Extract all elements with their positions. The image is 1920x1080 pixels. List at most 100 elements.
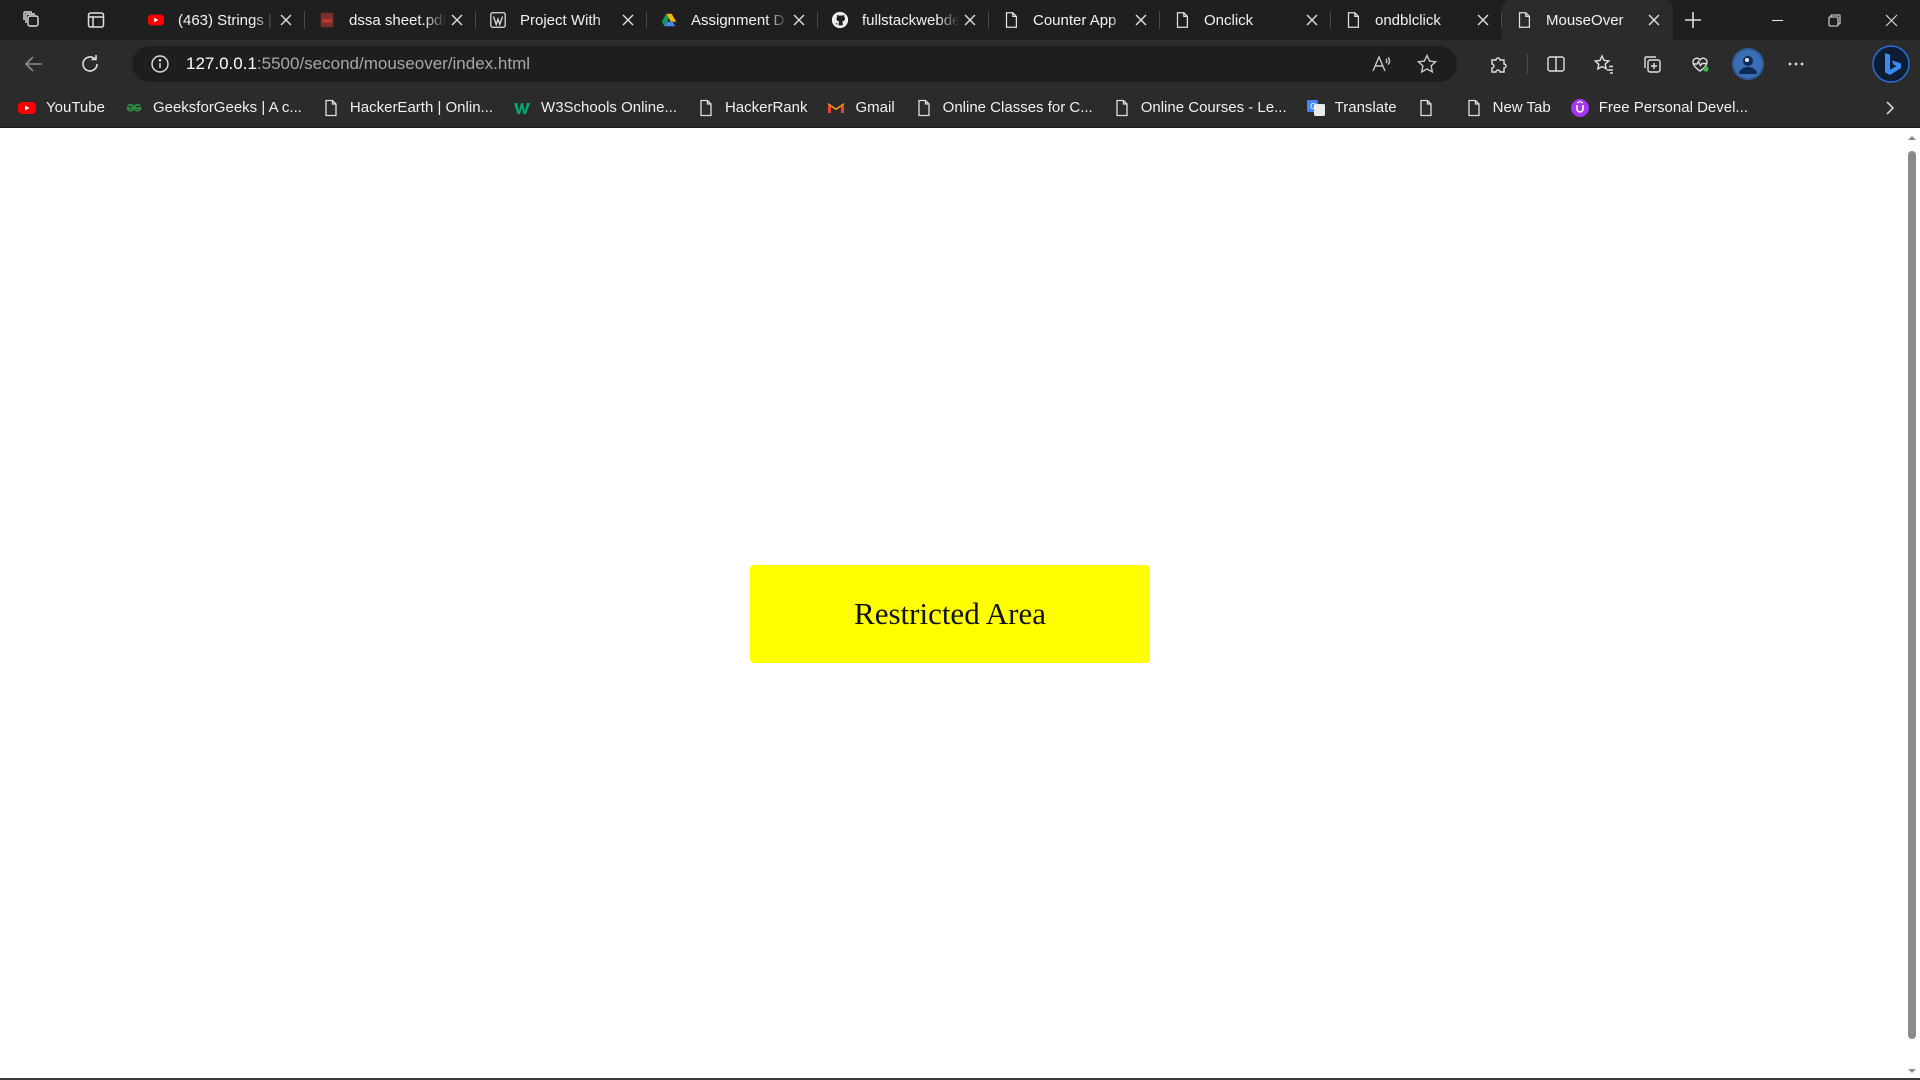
- tab-fullstackwebdev[interactable]: fullstackwebde: [818, 0, 989, 40]
- page-icon: [1465, 99, 1483, 117]
- split-screen-icon: [1547, 56, 1565, 72]
- workspaces-button[interactable]: [12, 0, 52, 40]
- url-host: 127.0.0.1: [186, 54, 257, 73]
- bookmark-w3schools[interactable]: W3Schools Online...: [513, 92, 687, 124]
- minimize-button[interactable]: [1749, 0, 1806, 40]
- bookmark-label: HackerRank: [724, 99, 808, 116]
- scrollbar-thumb[interactable]: [1908, 151, 1916, 1039]
- avatar: [1734, 50, 1762, 78]
- bookmark-label: New Tab: [1492, 99, 1551, 116]
- page-icon: [915, 99, 933, 117]
- bookmark-translate[interactable]: G Translate: [1306, 92, 1407, 124]
- bookmark-untitled[interactable]: [1417, 92, 1455, 124]
- close-icon[interactable]: [446, 9, 468, 31]
- bookmark-online-courses[interactable]: Online Courses - Le...: [1113, 92, 1297, 124]
- page-icon: [1417, 99, 1435, 117]
- tab-counter-app[interactable]: Counter App: [989, 0, 1160, 40]
- close-icon: [1885, 14, 1898, 26]
- scroll-down-arrow-icon[interactable]: [1907, 1066, 1917, 1076]
- split-screen-button[interactable]: [1532, 46, 1580, 82]
- bookmark-hackerrank[interactable]: HackerRank: [697, 92, 818, 124]
- read-aloud-button[interactable]: [1361, 48, 1401, 80]
- tab-strip: (463) Strings | dssa sheet.pdf Project W…: [0, 0, 1920, 40]
- window-controls: [1749, 0, 1920, 40]
- bookmark-hackerearth[interactable]: HackerEarth | Onlin...: [322, 92, 503, 124]
- bookmark-label: Gmail: [855, 99, 895, 116]
- bookmark-free-personal-development[interactable]: Free Personal Devel...: [1570, 92, 1758, 124]
- more-favorites-button[interactable]: [1878, 96, 1902, 120]
- page-icon: [322, 99, 340, 117]
- tab-actions-icon: [87, 12, 105, 28]
- youtube-icon: [18, 99, 36, 117]
- bookmark-label: W3Schools Online...: [541, 99, 677, 116]
- translate-icon: G: [1306, 99, 1325, 117]
- close-icon[interactable]: [275, 9, 297, 31]
- close-icon[interactable]: [1301, 9, 1323, 31]
- gmail-icon: [827, 99, 845, 117]
- browser-tools: [1475, 46, 1820, 82]
- bookmark-youtube[interactable]: YouTube: [18, 92, 115, 124]
- w3schools-icon: [513, 99, 531, 117]
- copilot-button[interactable]: [1872, 45, 1910, 83]
- tab-dssa-sheet[interactable]: dssa sheet.pdf: [305, 0, 476, 40]
- reload-button[interactable]: [70, 46, 110, 82]
- tab-onclick[interactable]: Onclick: [1160, 0, 1331, 40]
- close-icon[interactable]: [788, 9, 810, 31]
- page-icon: [1343, 10, 1363, 30]
- browser-essentials-button[interactable]: [1676, 46, 1724, 82]
- bookmark-geeksforgeeks[interactable]: GeeksforGeeks | A c...: [125, 92, 312, 124]
- settings-more-button[interactable]: [1772, 46, 1820, 82]
- bookmark-online-classes[interactable]: Online Classes for C...: [915, 92, 1103, 124]
- url-text[interactable]: 127.0.0.1:5500/second/mouseover/index.ht…: [186, 54, 1355, 74]
- plus-icon: [1685, 12, 1701, 28]
- close-icon[interactable]: [1472, 9, 1494, 31]
- favorites-button[interactable]: [1580, 46, 1628, 82]
- restricted-area-box[interactable]: Restricted Area: [750, 565, 1150, 663]
- tab-youtube-strings[interactable]: (463) Strings |: [134, 0, 305, 40]
- collections-button[interactable]: [1628, 46, 1676, 82]
- bookmark-label: Free Personal Devel...: [1598, 99, 1748, 116]
- new-tab-button[interactable]: [1673, 0, 1713, 40]
- star-icon: [1416, 53, 1438, 74]
- tab-actions-button[interactable]: [76, 0, 116, 40]
- site-info-icon[interactable]: [148, 52, 172, 76]
- extensions-button[interactable]: [1475, 46, 1523, 82]
- back-button[interactable]: [14, 46, 54, 82]
- restore-button[interactable]: [1806, 0, 1863, 40]
- url-path: :5500/second/mouseover/index.html: [256, 54, 531, 73]
- navigation-toolbar: 127.0.0.1:5500/second/mouseover/index.ht…: [0, 40, 1920, 88]
- tab-assignment[interactable]: Assignment D: [647, 0, 818, 40]
- heart-pulse-icon: [1692, 57, 1709, 72]
- bookmark-label: Translate: [1334, 99, 1397, 116]
- wordpress-icon: [488, 10, 508, 30]
- minimize-icon: [1772, 19, 1783, 21]
- close-window-button[interactable]: [1863, 0, 1920, 40]
- bookmark-gmail[interactable]: Gmail: [827, 92, 904, 124]
- drive-icon: [659, 10, 679, 30]
- youtube-icon: [146, 10, 166, 30]
- chevron-right-icon: [1886, 101, 1895, 115]
- close-icon[interactable]: [1130, 9, 1152, 31]
- close-icon[interactable]: [617, 9, 639, 31]
- address-bar[interactable]: 127.0.0.1:5500/second/mouseover/index.ht…: [132, 46, 1457, 82]
- close-icon[interactable]: [1643, 9, 1665, 31]
- close-icon[interactable]: [959, 9, 981, 31]
- page-viewport: Restricted Area: [0, 129, 1904, 1080]
- workspaces-icon: [23, 11, 39, 27]
- bookmark-new-tab[interactable]: New Tab: [1465, 92, 1561, 124]
- add-favorite-button[interactable]: [1407, 48, 1447, 80]
- page-icon: [1001, 10, 1021, 30]
- bookmark-label: YouTube: [46, 99, 105, 116]
- tab-mouseover[interactable]: MouseOver: [1502, 0, 1673, 40]
- vertical-scrollbar[interactable]: [1904, 129, 1920, 1080]
- tab-title: Counter App: [1033, 11, 1117, 29]
- favorites-bar: YouTube GeeksforGeeks | A c... HackerEar…: [0, 88, 1920, 128]
- scroll-up-arrow-icon[interactable]: [1907, 133, 1917, 143]
- tab-ondblclick[interactable]: ondblclick: [1331, 0, 1502, 40]
- tab-title: MouseOver: [1546, 11, 1624, 29]
- pdf-icon: [317, 10, 337, 30]
- tab-title: (463) Strings |: [178, 11, 272, 29]
- profile-button[interactable]: [1732, 48, 1764, 80]
- back-arrow-icon: [24, 56, 42, 72]
- tab-project-with[interactable]: Project With: [476, 0, 647, 40]
